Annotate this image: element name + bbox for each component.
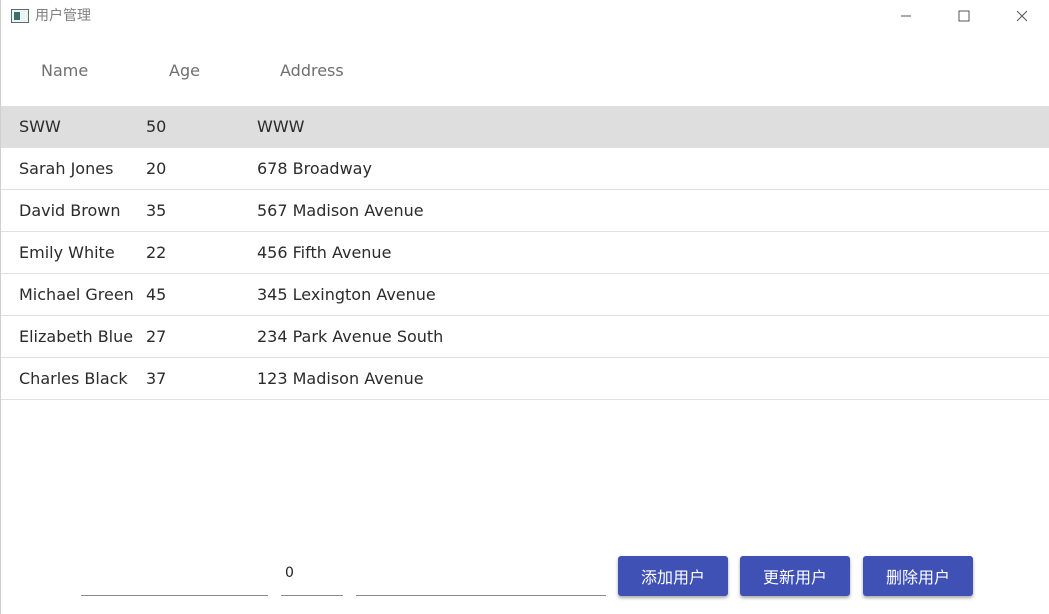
cell-age: 50 — [146, 117, 167, 136]
window-title: 用户管理 — [35, 8, 91, 24]
cell-age: 35 — [146, 201, 167, 220]
cell-name: Sarah Jones — [19, 159, 114, 178]
cell-address: 678 Broadway — [257, 159, 372, 178]
add-user-button[interactable]: 添加用户 — [618, 556, 728, 596]
table-header: Name Age Address — [1, 32, 1049, 106]
cell-name: Elizabeth Blue — [19, 327, 134, 346]
cell-age: 20 — [146, 159, 167, 178]
table-row[interactable]: David Brown 35 567 Madison Avenue — [1, 190, 1049, 232]
address-input[interactable] — [356, 560, 606, 596]
column-header-age[interactable]: Age — [169, 61, 200, 81]
cell-age: 45 — [146, 285, 167, 304]
maximize-button[interactable] — [935, 0, 993, 32]
table-row[interactable]: Sarah Jones 20 678 Broadway — [1, 148, 1049, 190]
user-table-body: SWW 50 WWW Sarah Jones 20 678 Broadway D… — [1, 106, 1049, 400]
table-row[interactable]: Charles Black 37 123 Madison Avenue — [1, 358, 1049, 400]
table-row[interactable]: Michael Green 45 345 Lexington Avenue — [1, 274, 1049, 316]
close-button[interactable] — [993, 0, 1049, 32]
cell-name: SWW — [19, 117, 61, 136]
column-header-address[interactable]: Address — [280, 61, 344, 81]
cell-age: 37 — [146, 369, 167, 388]
column-header-name[interactable]: Name — [41, 61, 88, 81]
close-icon — [1016, 10, 1028, 22]
cell-address: 123 Madison Avenue — [257, 369, 424, 388]
minimize-button[interactable] — [877, 0, 935, 32]
cell-name: Charles Black — [19, 369, 128, 388]
cell-name: Michael Green — [19, 285, 134, 304]
table-row[interactable]: Emily White 22 456 Fifth Avenue — [1, 232, 1049, 274]
cell-address: WWW — [257, 117, 305, 136]
main-window: 用户管理 Name Age Address SWW 50 WWW Sarah J… — [0, 0, 1049, 614]
cell-address: 345 Lexington Avenue — [257, 285, 436, 304]
cell-name: David Brown — [19, 201, 121, 220]
table-row[interactable]: SWW 50 WWW — [1, 106, 1049, 148]
cell-name: Emily White — [19, 243, 115, 262]
cell-address: 567 Madison Avenue — [257, 201, 424, 220]
title-bar[interactable]: 用户管理 — [1, 0, 1049, 32]
age-input[interactable] — [281, 560, 343, 596]
table-row[interactable]: Elizabeth Blue 27 234 Park Avenue South — [1, 316, 1049, 358]
cell-address: 456 Fifth Avenue — [257, 243, 392, 262]
name-input[interactable] — [81, 560, 268, 596]
app-window-icon — [11, 9, 29, 23]
delete-user-button[interactable]: 删除用户 — [863, 556, 973, 596]
cell-age: 22 — [146, 243, 167, 262]
maximize-icon — [958, 10, 970, 22]
minimize-icon — [901, 15, 911, 17]
cell-address: 234 Park Avenue South — [257, 327, 444, 346]
update-user-button[interactable]: 更新用户 — [740, 556, 850, 596]
cell-age: 27 — [146, 327, 167, 346]
